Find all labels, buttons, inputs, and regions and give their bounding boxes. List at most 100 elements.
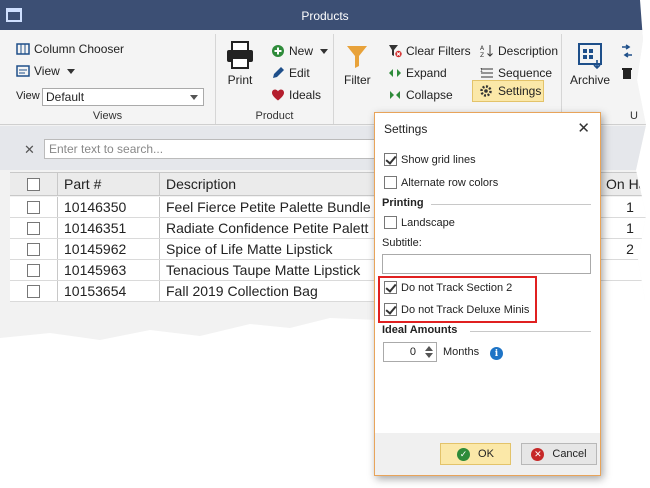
landscape-label: Landscape <box>401 216 455 229</box>
show-grid-lines-checkbox[interactable] <box>384 153 397 166</box>
landscape-checkbox[interactable] <box>384 216 397 229</box>
close-icon[interactable]: ✕ <box>577 119 590 137</box>
chevron-up-icon[interactable] <box>425 346 433 351</box>
archive-button[interactable]: Archive <box>570 42 610 87</box>
sort-az-icon: AZ <box>480 44 494 59</box>
ok-button[interactable]: ✓ OK <box>440 443 511 465</box>
track-section2-option[interactable]: Do not Track Section 2 <box>384 281 512 294</box>
cancel-button[interactable]: ✕ Cancel <box>521 443 597 465</box>
column-header-on-hand[interactable]: On Ha <box>600 173 646 195</box>
column-header-part[interactable]: Part # <box>58 173 160 195</box>
printing-header: Printing <box>382 197 424 209</box>
alternate-row-colors-option[interactable]: Alternate row colors <box>384 176 498 189</box>
months-label: Months <box>443 346 480 358</box>
column-chooser-icon <box>16 42 30 56</box>
delete-icon-button[interactable] <box>620 66 634 80</box>
ideals-label: Ideals <box>289 88 322 102</box>
funnel-icon <box>345 44 369 70</box>
product-group: Print New Edit Ideals Product <box>216 34 334 124</box>
filter-label: Filter <box>344 73 371 87</box>
cancel-icon: ✕ <box>531 447 545 461</box>
row-checkbox[interactable] <box>27 200 40 214</box>
months-value: 0 <box>409 346 416 358</box>
edit-button[interactable]: Edit <box>271 66 310 80</box>
collapse-button[interactable]: Collapse <box>388 88 453 102</box>
archive-icon <box>577 42 603 70</box>
sort-sequence-label: Sequence <box>498 66 553 80</box>
landscape-option[interactable]: Landscape <box>384 216 455 229</box>
view-select[interactable]: Default <box>42 88 204 106</box>
show-grid-lines-option[interactable]: Show grid lines <box>384 153 476 166</box>
printer-icon <box>225 40 255 70</box>
clear-filters-button[interactable]: Clear Filters <box>388 44 471 58</box>
subtitle-label: Subtitle: <box>382 237 422 249</box>
ribbon: Column Chooser View View Default Views P… <box>0 30 646 125</box>
print-button[interactable]: Print <box>225 40 255 87</box>
row-select-cell[interactable] <box>10 260 58 280</box>
row-checkbox[interactable] <box>27 242 40 256</box>
move-icon-button[interactable] <box>620 44 634 58</box>
view-select-value: Default <box>46 90 85 104</box>
row-select-cell[interactable] <box>10 281 58 301</box>
part-cell: 10145963 <box>58 260 160 280</box>
expand-button[interactable]: Expand <box>388 66 447 80</box>
sequence-icon: 1 <box>480 66 494 80</box>
track-deluxe-option[interactable]: Do not Track Deluxe Minis <box>384 303 529 316</box>
on-hand-cell: 1 <box>626 199 634 215</box>
on-hand-cell <box>600 281 646 301</box>
close-icon[interactable]: ✕ <box>24 142 35 158</box>
alternate-row-colors-checkbox[interactable] <box>384 176 397 189</box>
row-checkbox[interactable] <box>27 284 40 298</box>
move-icon <box>620 44 634 58</box>
view-menu-button[interactable]: View <box>16 64 75 78</box>
track-deluxe-label: Do not Track Deluxe Minis <box>401 303 530 316</box>
svg-text:A: A <box>480 45 485 52</box>
row-select-cell[interactable] <box>10 197 58 217</box>
chevron-down-icon <box>190 95 198 100</box>
column-chooser-button[interactable]: Column Chooser <box>16 42 124 56</box>
archive-group: Archive U <box>562 34 646 124</box>
part-cell: 10146351 <box>58 218 160 238</box>
new-button[interactable]: New <box>271 44 328 58</box>
part-cell: 10145962 <box>58 239 160 259</box>
settings-button[interactable]: Settings <box>472 80 544 102</box>
new-label: New <box>289 44 314 58</box>
search-input[interactable]: Enter text to search... <box>44 139 384 159</box>
views-group-label: Views <box>92 110 123 122</box>
track-deluxe-checkbox[interactable] <box>384 303 397 316</box>
on-hand-cell <box>600 260 646 280</box>
chevron-down-icon[interactable] <box>425 353 433 358</box>
track-section2-checkbox[interactable] <box>384 281 397 294</box>
filter-button[interactable]: Filter <box>344 44 371 87</box>
ideals-button[interactable]: Ideals <box>271 88 321 102</box>
collapse-label: Collapse <box>406 88 453 102</box>
ideal-amounts-header: Ideal Amounts <box>382 324 458 336</box>
part-cell: 10146350 <box>58 197 160 217</box>
divider <box>470 331 591 332</box>
product-group-label: Product <box>255 110 294 122</box>
row-select-cell[interactable] <box>10 218 58 238</box>
svg-text:Z: Z <box>480 52 484 58</box>
sort-sequence-button[interactable]: 1 Sequence <box>480 66 552 80</box>
view-menu-label: View <box>34 64 60 78</box>
collapse-icon <box>388 88 402 102</box>
row-checkbox[interactable] <box>27 221 40 235</box>
sort-description-button[interactable]: AZ Description <box>480 44 559 59</box>
title-bar: Products <box>0 0 646 30</box>
dialog-title: Settings <box>384 122 428 136</box>
info-icon[interactable]: i <box>490 347 503 360</box>
row-checkbox[interactable] <box>27 263 40 277</box>
row-select-cell[interactable] <box>10 239 58 259</box>
views-group: Column Chooser View View Default Views <box>0 34 216 124</box>
select-all-checkbox[interactable] <box>27 177 40 191</box>
view-icon <box>16 64 30 78</box>
view-label: View <box>16 90 40 102</box>
subtitle-input[interactable] <box>382 254 591 274</box>
svg-text:1: 1 <box>480 68 483 74</box>
sort-description-label: Description <box>498 44 559 58</box>
on-hand-cell: 2 <box>626 241 634 257</box>
select-all-cell[interactable] <box>10 173 58 195</box>
expand-icon <box>388 66 402 80</box>
months-stepper[interactable]: 0 <box>383 342 437 362</box>
print-label: Print <box>227 73 253 87</box>
